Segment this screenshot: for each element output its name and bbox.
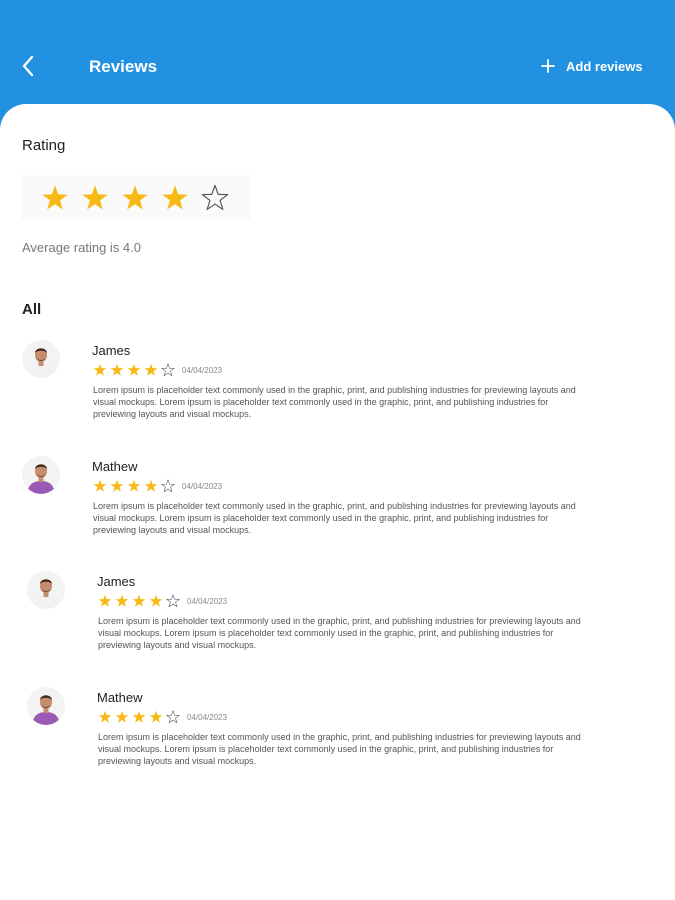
star-filled-icon — [115, 710, 129, 723]
avatar — [22, 456, 60, 494]
all-reviews-heading: All — [22, 301, 42, 318]
star-filled-icon — [93, 479, 107, 492]
star-empty-icon — [201, 184, 229, 210]
star-filled-icon — [98, 594, 112, 607]
avatar — [27, 687, 65, 725]
star-filled-icon — [127, 363, 141, 376]
review-text: Lorem ipsum is placeholder text commonly… — [93, 501, 576, 535]
reviewer-name: James — [97, 574, 136, 589]
review-text: Lorem ipsum is placeholder text commonly… — [98, 616, 581, 650]
star-filled-icon — [149, 594, 163, 607]
rating-label: Rating — [22, 137, 66, 154]
reviewer-name: Mathew — [97, 690, 143, 705]
star-filled-icon — [122, 184, 148, 209]
reviewer-name: Mathew — [92, 459, 138, 474]
star-filled-icon — [132, 710, 146, 723]
star-filled-icon — [110, 479, 124, 492]
review-text: Lorem ipsum is placeholder text commonly… — [93, 385, 576, 419]
star-empty-icon — [166, 710, 180, 724]
avatar — [22, 340, 60, 378]
star-filled-icon — [98, 710, 112, 723]
review-text: Lorem ipsum is placeholder text commonly… — [98, 732, 581, 766]
review-date: 04/04/2023 — [182, 481, 223, 491]
review-star-rating: 04/04/2023 — [93, 363, 222, 377]
review-star-rating: 04/04/2023 — [98, 594, 227, 608]
review-star-rating: 04/04/2023 — [93, 479, 222, 493]
star-filled-icon — [93, 363, 107, 376]
star-empty-icon — [161, 479, 175, 493]
star-filled-icon — [144, 479, 158, 492]
plus-icon — [541, 59, 555, 73]
review-date: 04/04/2023 — [182, 365, 223, 375]
chevron-left-icon — [22, 55, 34, 77]
review-star-rating: 04/04/2023 — [98, 710, 227, 724]
page-title: Reviews — [89, 57, 158, 76]
star-filled-icon — [110, 363, 124, 376]
review-date: 04/04/2023 — [187, 596, 228, 606]
overall-star-rating[interactable] — [21, 175, 251, 220]
star-filled-icon — [132, 594, 146, 607]
review-date: 04/04/2023 — [187, 712, 228, 722]
star-filled-icon — [127, 479, 141, 492]
star-empty-icon — [161, 363, 175, 377]
back-button[interactable] — [14, 52, 42, 80]
star-filled-icon — [42, 184, 68, 209]
star-empty-icon — [166, 594, 180, 608]
star-filled-icon — [144, 363, 158, 376]
average-rating-text: Average rating is 4.0 — [22, 240, 141, 255]
reviewer-name: James — [92, 343, 131, 358]
add-reviews-button[interactable]: Add reviews — [541, 55, 643, 77]
star-filled-icon — [149, 710, 163, 723]
add-reviews-label: Add reviews — [566, 58, 643, 74]
star-filled-icon — [162, 184, 188, 209]
star-filled-icon — [115, 594, 129, 607]
star-filled-icon — [82, 184, 108, 209]
avatar — [27, 571, 65, 609]
